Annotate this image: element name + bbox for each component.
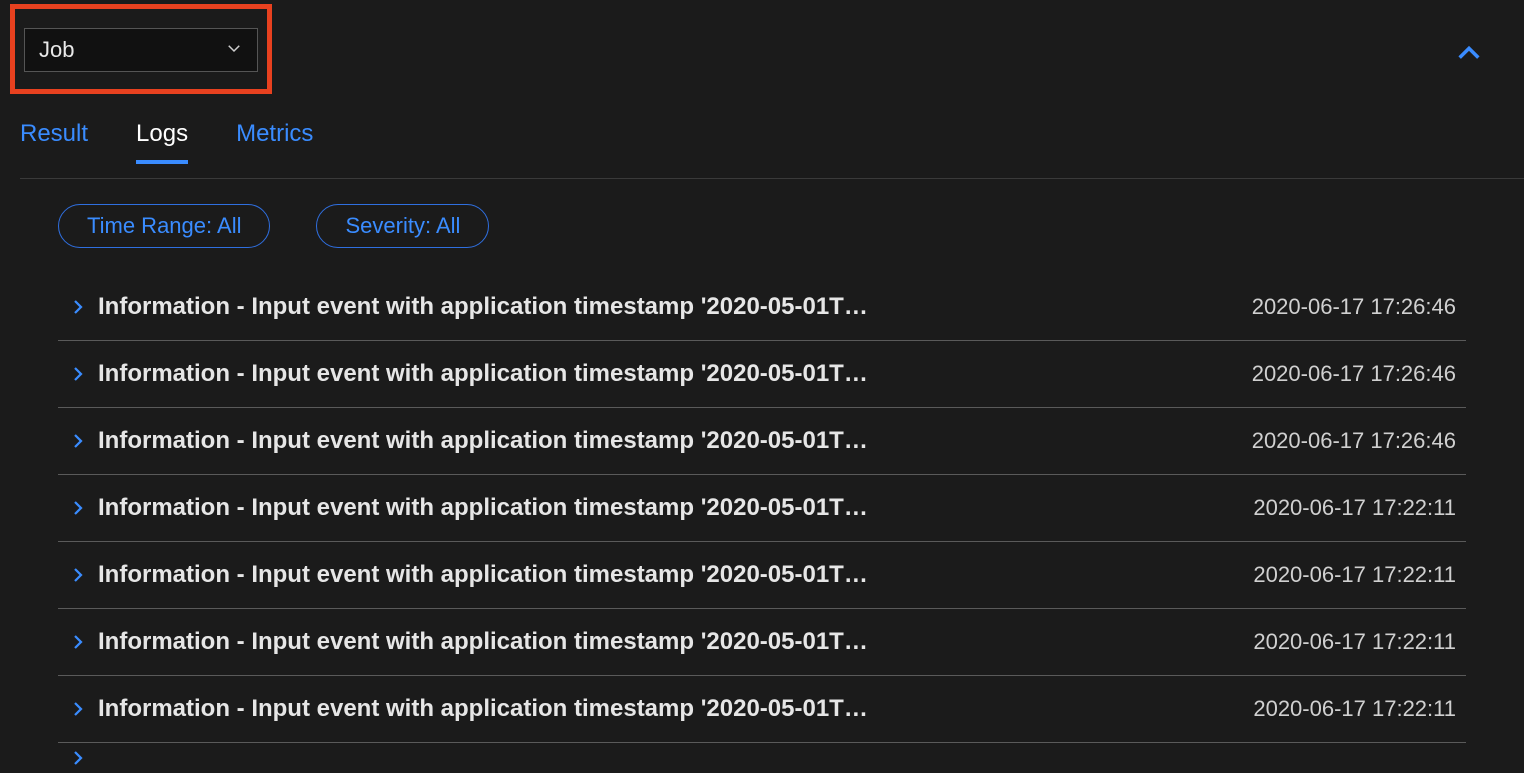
log-timestamp: 2020-06-17 17:26:46 (1232, 428, 1466, 454)
log-row[interactable]: Information - Input event with applicati… (58, 609, 1466, 676)
chevron-right-icon (58, 298, 98, 316)
tab-logs[interactable]: Logs (136, 120, 188, 160)
job-scope-dropdown[interactable]: Job (24, 28, 258, 72)
chevron-right-icon (58, 432, 98, 450)
log-row[interactable]: Information - Input event with applicati… (58, 676, 1466, 743)
log-timestamp: 2020-06-17 17:26:46 (1232, 294, 1466, 320)
log-row[interactable]: Information - Input event with applicati… (58, 542, 1466, 609)
log-message: Information - Input event with applicati… (98, 360, 1232, 388)
collapse-panel-button[interactable] (1452, 38, 1486, 72)
chevron-up-icon (1455, 39, 1483, 72)
log-timestamp: 2020-06-17 17:22:11 (1233, 629, 1466, 655)
log-timestamp: 2020-06-17 17:22:11 (1233, 562, 1466, 588)
log-message: Information - Input event with applicati… (98, 561, 1233, 589)
log-message: Information - Input event with applicati… (98, 628, 1233, 656)
chevron-right-icon (58, 365, 98, 383)
log-row[interactable]: Information - Input event with applicati… (58, 341, 1466, 408)
log-row[interactable] (58, 743, 1466, 773)
log-message: Information - Input event with applicati… (98, 695, 1233, 723)
log-row[interactable]: Information - Input event with applicati… (58, 408, 1466, 475)
chevron-right-icon (58, 566, 98, 584)
chevron-right-icon (58, 700, 98, 718)
log-timestamp: 2020-06-17 17:26:46 (1232, 361, 1466, 387)
severity-filter[interactable]: Severity: All (316, 204, 489, 248)
chevron-down-icon (225, 37, 243, 63)
tab-metrics[interactable]: Metrics (236, 120, 313, 160)
tab-bar: Result Logs Metrics (20, 120, 1524, 179)
log-row[interactable]: Information - Input event with applicati… (58, 274, 1466, 341)
log-list: Information - Input event with applicati… (58, 274, 1466, 773)
filter-bar: Time Range: All Severity: All (58, 204, 489, 248)
chevron-right-icon (58, 633, 98, 651)
time-range-filter[interactable]: Time Range: All (58, 204, 270, 248)
tab-result[interactable]: Result (20, 120, 88, 160)
chevron-right-icon (58, 499, 98, 517)
chevron-right-icon (58, 749, 98, 767)
log-timestamp: 2020-06-17 17:22:11 (1233, 696, 1466, 722)
job-scope-dropdown-label: Job (39, 37, 74, 63)
log-message: Information - Input event with applicati… (98, 427, 1232, 455)
log-message: Information - Input event with applicati… (98, 293, 1232, 321)
log-message: Information - Input event with applicati… (98, 494, 1233, 522)
log-timestamp: 2020-06-17 17:22:11 (1233, 495, 1466, 521)
log-row[interactable]: Information - Input event with applicati… (58, 475, 1466, 542)
